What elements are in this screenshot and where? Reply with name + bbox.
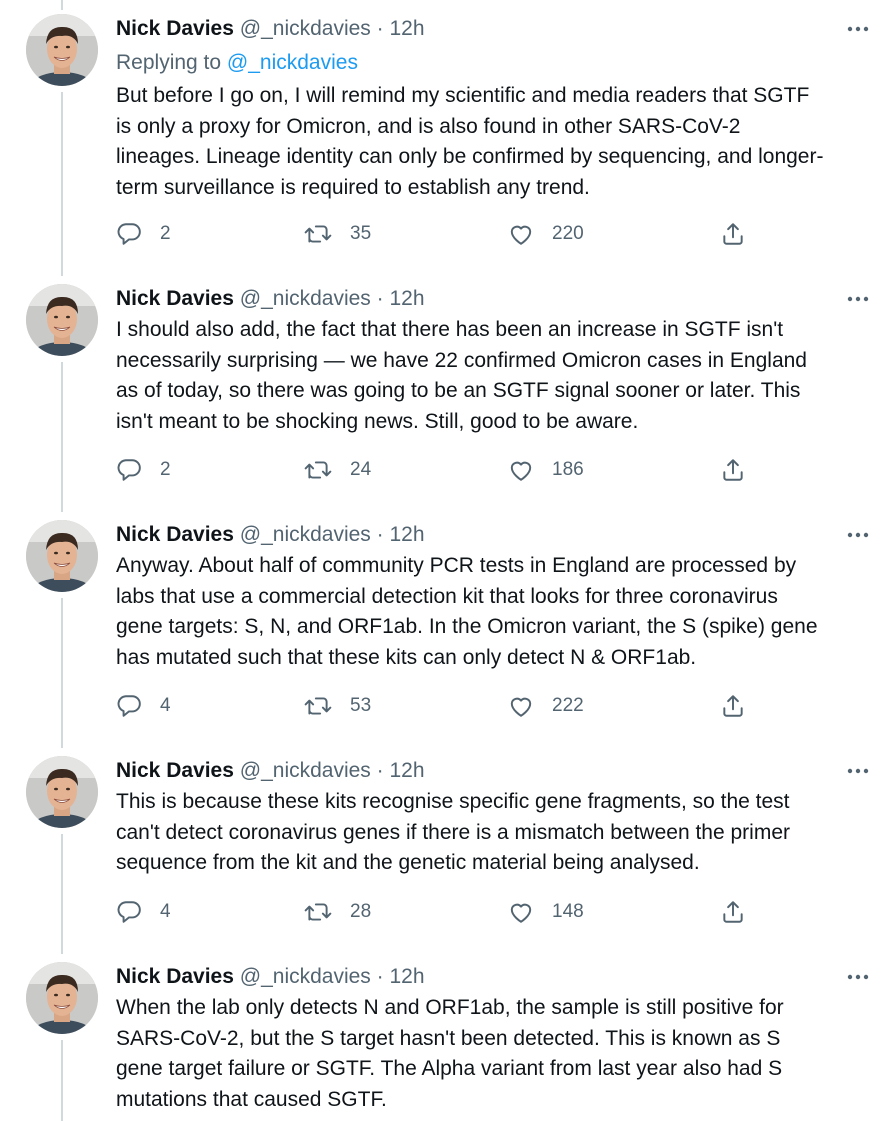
share-button[interactable]	[720, 454, 746, 486]
retweet-icon	[304, 697, 332, 715]
tweet[interactable]: Nick Davies @_nickdavies · 12h I should …	[0, 270, 891, 506]
replying-to-handle-link[interactable]: @_nickdavies	[227, 51, 358, 74]
author-handle[interactable]: @_nickdavies	[240, 523, 371, 546]
tweet[interactable]: Nick Davies @_nickdavies · 12h When the …	[0, 948, 891, 1121]
tweet-text: I should also add, the fact that there h…	[116, 318, 807, 433]
author-name[interactable]: Nick Davies	[116, 287, 234, 310]
tweet-text: When the lab only detects N and ORF1ab, …	[116, 996, 784, 1111]
author-name[interactable]: Nick Davies	[116, 523, 234, 546]
tweet-actions: 4 28 148	[116, 896, 776, 928]
timestamp[interactable]: 12h	[390, 17, 425, 40]
like-count: 148	[552, 901, 584, 922]
reply-icon	[117, 901, 141, 923]
tweet-text: This is because these kits recognise spe…	[116, 790, 790, 874]
tweet-header: Nick Davies @_nickdavies · 12h	[116, 14, 425, 44]
reply-button[interactable]: 2	[116, 454, 171, 486]
share-icon	[723, 459, 743, 481]
retweet-count: 35	[350, 223, 372, 244]
reply-count: 4	[160, 695, 171, 716]
reply-icon	[117, 223, 141, 245]
avatar[interactable]	[26, 284, 98, 356]
author-name[interactable]: Nick Davies	[116, 759, 234, 782]
reply-count: 2	[160, 223, 171, 244]
reply-count: 4	[160, 901, 171, 922]
share-icon	[723, 901, 743, 923]
tweet-text: Anyway. About half of community PCR test…	[116, 554, 818, 669]
heart-icon	[510, 225, 532, 245]
tweet-header: Nick Davies @_nickdavies · 12h	[116, 284, 425, 314]
author-handle[interactable]: @_nickdavies	[240, 965, 371, 988]
like-button[interactable]: 222	[508, 690, 584, 722]
tweet-header: Nick Davies @_nickdavies · 12h	[116, 756, 425, 786]
heart-icon	[510, 461, 532, 481]
retweet-count: 28	[350, 901, 372, 922]
heart-icon	[510, 697, 532, 717]
tweet-actions: 4 53 222	[116, 690, 776, 722]
like-count: 186	[552, 459, 584, 480]
reply-icon	[117, 459, 141, 481]
author-name[interactable]: Nick Davies	[116, 17, 234, 40]
reply-button[interactable]: 4	[116, 690, 171, 722]
separator-dot: ·	[376, 287, 384, 310]
like-count: 222	[552, 695, 584, 716]
author-name[interactable]: Nick Davies	[116, 965, 234, 988]
retweet-count: 53	[350, 695, 372, 716]
timestamp[interactable]: 12h	[390, 287, 425, 310]
timestamp[interactable]: 12h	[390, 523, 425, 546]
retweet-button[interactable]: 35	[304, 218, 371, 250]
retweet-icon	[304, 461, 332, 479]
tweet-actions: 2 24 186	[116, 454, 776, 486]
tweet-thread: Nick Davies @_nickdavies · 12h Replying …	[0, 0, 891, 1121]
avatar[interactable]	[26, 756, 98, 828]
reply-button[interactable]: 4	[116, 896, 171, 928]
retweet-button[interactable]: 28	[304, 896, 371, 928]
replying-to-label: Replying to	[116, 51, 222, 74]
separator-dot: ·	[376, 17, 384, 40]
reply-icon	[117, 695, 141, 717]
more-options-icon[interactable]	[843, 520, 873, 550]
like-count: 220	[552, 223, 584, 244]
reply-count: 2	[160, 459, 171, 480]
retweet-button[interactable]: 24	[304, 454, 371, 486]
more-options-icon[interactable]	[843, 284, 873, 314]
author-handle[interactable]: @_nickdavies	[240, 759, 371, 782]
more-options-icon[interactable]	[843, 962, 873, 992]
share-icon	[723, 695, 743, 717]
share-button[interactable]	[720, 218, 746, 250]
like-button[interactable]: 186	[508, 454, 584, 486]
reply-button[interactable]: 2	[116, 218, 171, 250]
author-handle[interactable]: @_nickdavies	[240, 287, 371, 310]
share-button[interactable]	[720, 896, 746, 928]
replying-to: Replying to @_nickdavies	[116, 48, 358, 78]
retweet-button[interactable]: 53	[304, 690, 371, 722]
author-handle[interactable]: @_nickdavies	[240, 17, 371, 40]
tweet-header: Nick Davies @_nickdavies · 12h	[116, 520, 425, 550]
more-options-icon[interactable]	[843, 756, 873, 786]
tweet-actions: 2 35 220	[116, 218, 776, 250]
retweet-icon	[304, 225, 332, 243]
timestamp[interactable]: 12h	[390, 759, 425, 782]
retweet-count: 24	[350, 459, 372, 480]
separator-dot: ·	[376, 759, 384, 782]
tweet-text: But before I go on, I will remind my sci…	[116, 84, 824, 199]
avatar[interactable]	[26, 520, 98, 592]
more-options-icon[interactable]	[843, 14, 873, 44]
avatar[interactable]	[26, 14, 98, 86]
separator-dot: ·	[376, 965, 384, 988]
retweet-icon	[304, 903, 332, 921]
timestamp[interactable]: 12h	[390, 965, 425, 988]
share-button[interactable]	[720, 690, 746, 722]
like-button[interactable]: 148	[508, 896, 584, 928]
heart-icon	[510, 903, 532, 923]
share-icon	[723, 223, 743, 245]
tweet[interactable]: Nick Davies @_nickdavies · 12h Anyway. A…	[0, 506, 891, 742]
tweet-header: Nick Davies @_nickdavies · 12h	[116, 962, 425, 992]
like-button[interactable]: 220	[508, 218, 584, 250]
tweet[interactable]: Nick Davies @_nickdavies · 12h Replying …	[0, 0, 891, 270]
tweet[interactable]: Nick Davies @_nickdavies · 12h This is b…	[0, 742, 891, 948]
avatar[interactable]	[26, 962, 98, 1034]
separator-dot: ·	[376, 523, 384, 546]
